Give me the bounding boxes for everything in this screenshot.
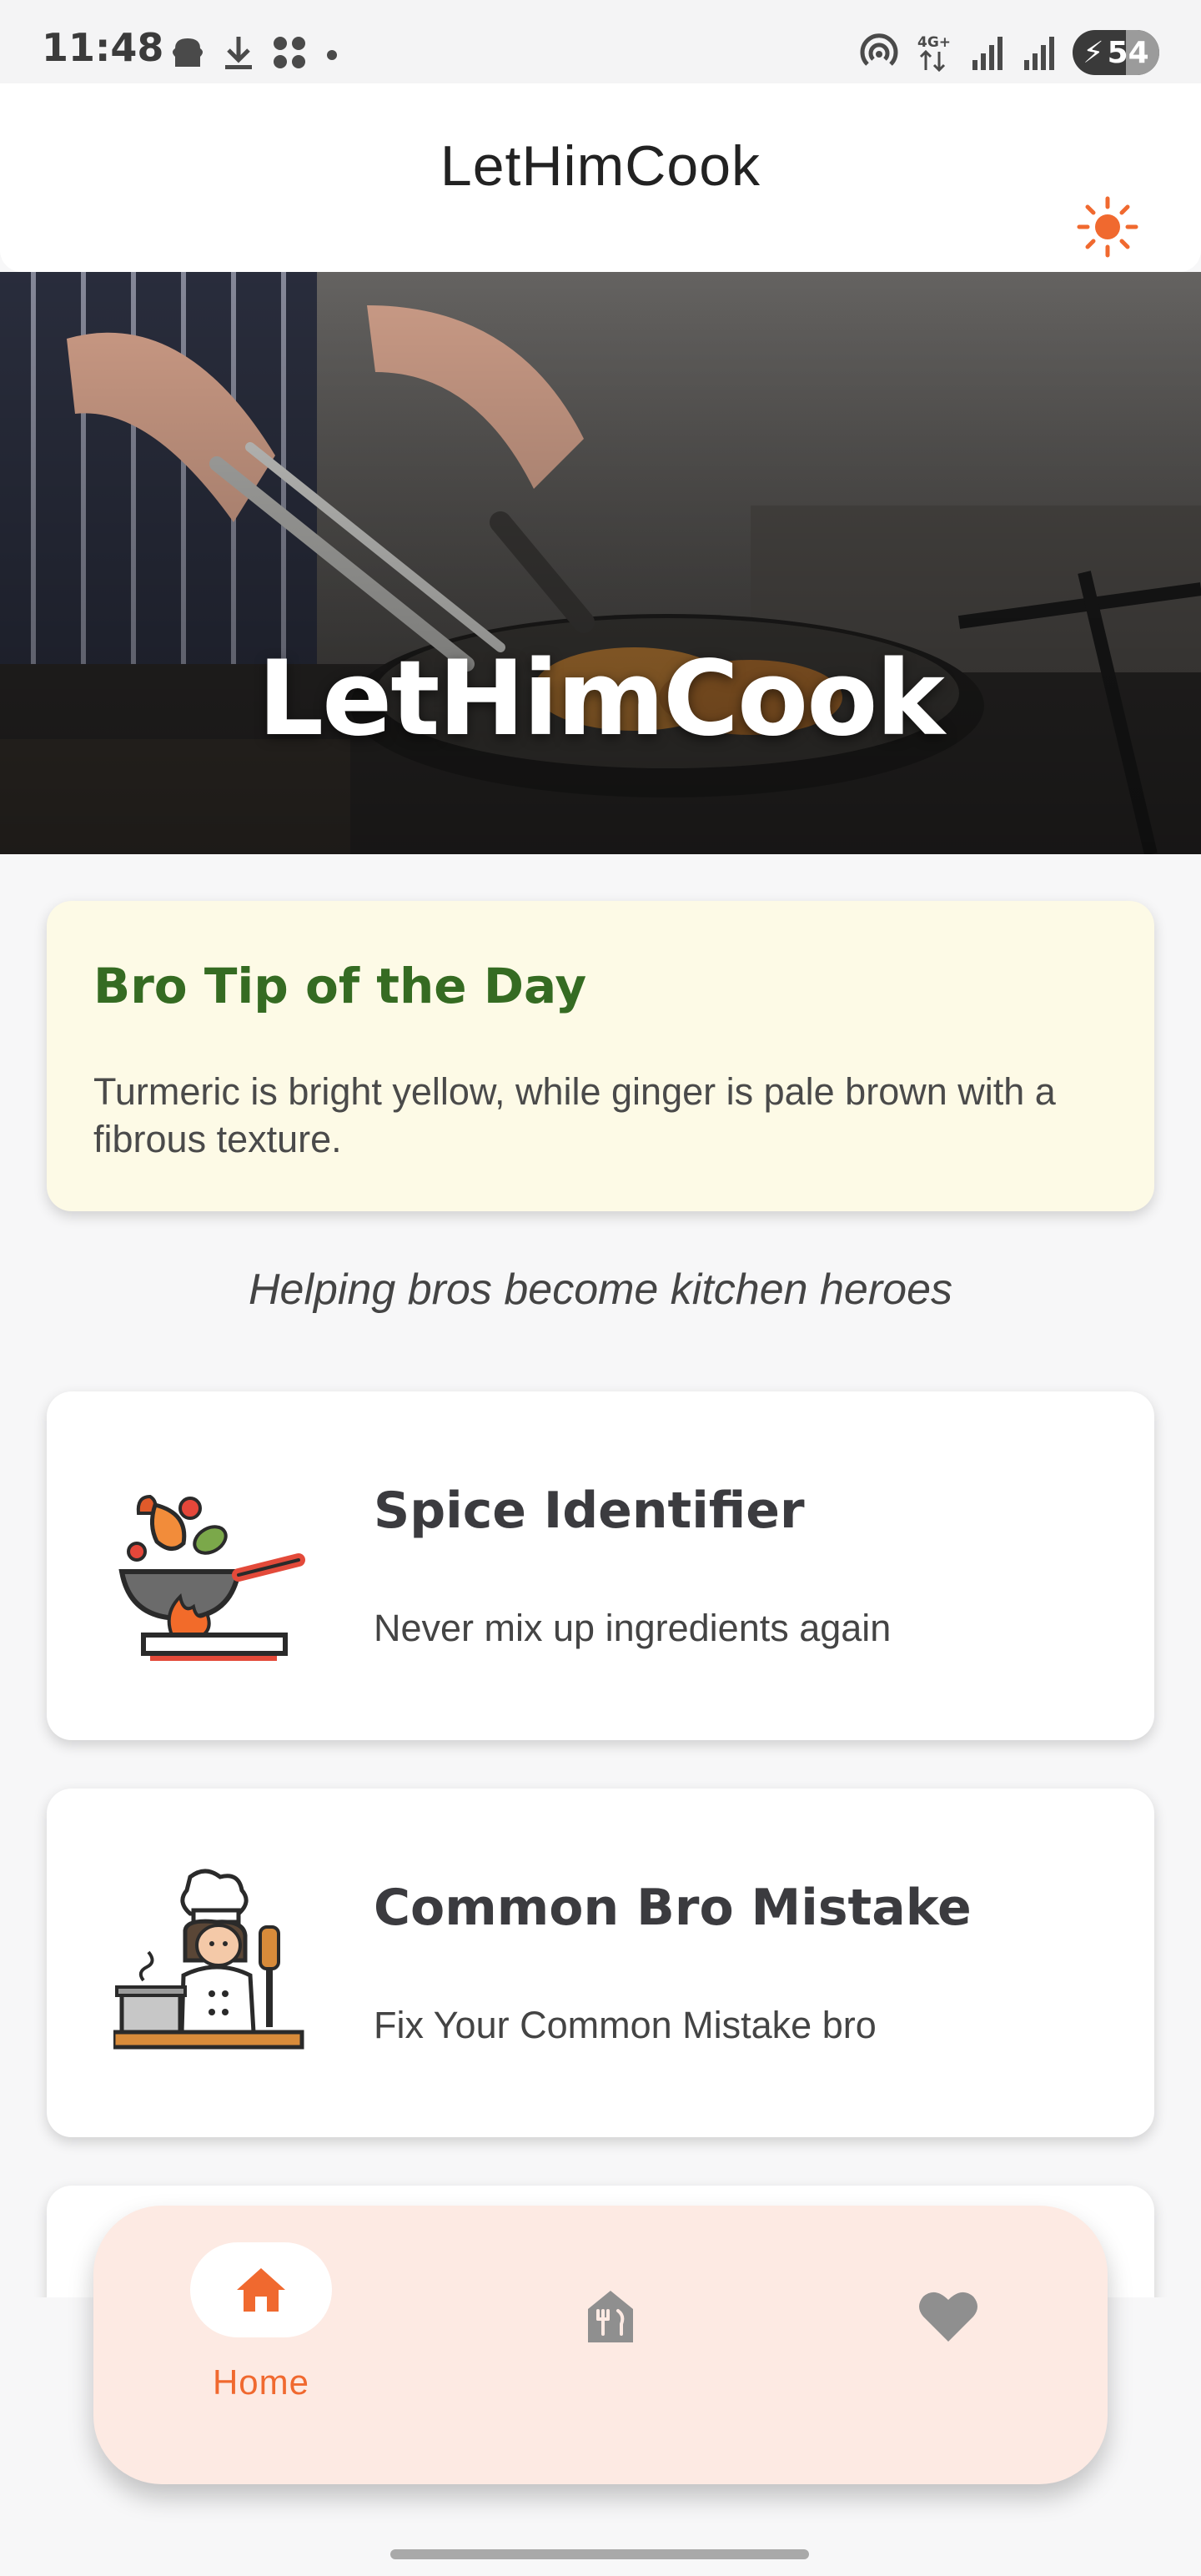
notification-icons [168,32,340,73]
svg-text:4G+: 4G+ [917,34,951,51]
signal-icon-1 [972,37,1003,70]
status-bar: 11:48 4G+ ⚡ 54 [0,0,1201,83]
battery-indicator: ⚡ 54 [1073,30,1159,75]
battery-level: 54 [1107,35,1149,70]
spice-identifier-card[interactable]: Spice Identifier Never mix up ingredient… [47,1391,1154,1740]
notification-app-icon [173,38,203,67]
hero-cooking-photo [0,272,1201,854]
signal-icon-2 [1024,37,1054,70]
restaurant-icon [588,2291,633,2342]
download-icon [225,37,252,69]
nav-home[interactable]: Home [190,2206,332,2484]
tip-of-the-day-card: Bro Tip of the Day Turmeric is bright ye… [47,901,1154,1211]
nav-home-label: Home [212,2362,310,2402]
more-notifications-dot-icon [327,50,337,60]
system-icons: 4G+ ⚡ 54 [859,28,1159,77]
tagline: Helping bros become kitchen heroes [248,1265,953,1314]
nav-active-indicator [190,2242,332,2337]
nav-recipes[interactable] [535,2206,686,2484]
sun-icon [1077,196,1138,258]
tip-text: Turmeric is bright yellow, while ginger … [93,1070,1056,1160]
heart-icon [919,2292,977,2342]
feature-subtitle: Fix Your Common Mistake bro [374,2004,877,2046]
bottom-navigation: Home [93,2206,1108,2484]
chef-icon [113,1869,304,2050]
common-bro-mistake-card[interactable]: Common Bro Mistake Fix Your Common Mista… [47,1789,1154,2137]
network-4g-icon: 4G+ [917,34,951,73]
feature-title: Spice Identifier [374,1482,805,1540]
feature-subtitle: Never mix up ingredients again [374,1607,892,1649]
hero-title: LetHimCook [258,639,945,759]
hotspot-icon [860,33,898,66]
wok-cooking-icon [118,1494,305,1661]
hero-banner: LetHimCook [0,272,1201,854]
gesture-navigation-bar[interactable] [390,2549,809,2559]
charging-bolt-icon: ⚡ [1083,35,1104,70]
app-title: LetHimCook [440,134,761,198]
nav-favorites[interactable] [873,2206,1023,2484]
home-screen: 11:48 4G+ ⚡ 54 LetHimCook LetHimCook Bro… [0,0,1201,2576]
home-icon [237,2268,285,2312]
theme-toggle-button[interactable] [1076,195,1139,259]
feature-title: Common Bro Mistake [374,1879,972,1937]
tip-title: Bro Tip of the Day [93,958,587,1014]
app-bar: LetHimCook [0,83,1201,272]
status-time: 11:48 [42,25,164,70]
app-grid-icon [274,37,305,68]
